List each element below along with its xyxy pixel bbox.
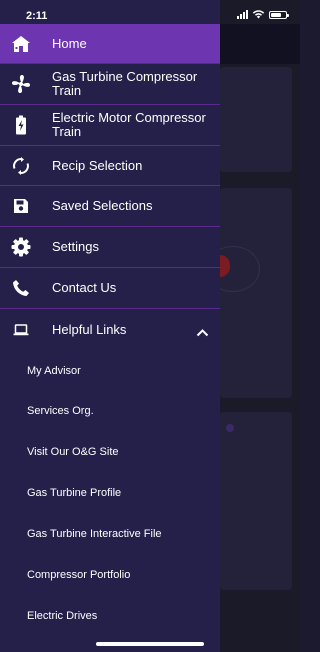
menu-item-label: Helpful Links — [52, 322, 127, 337]
background-card[interactable] — [220, 188, 292, 398]
chevron-up-icon[interactable] — [196, 324, 209, 342]
phone-icon — [11, 278, 31, 298]
menu-item-recip-selection[interactable]: Recip Selection — [0, 146, 220, 186]
menu-item-label: Gas Turbine Compressor Train — [52, 69, 198, 98]
menu-item-electric-motor-compressor-train[interactable]: Electric Motor Compressor Train — [0, 105, 220, 146]
laptop-icon — [11, 320, 31, 340]
menu-item-label: Saved Selections — [52, 198, 153, 213]
home-icon — [11, 34, 31, 54]
menu-item-gas-turbine-compressor-train[interactable]: Gas Turbine Compressor Train — [0, 64, 220, 105]
helpful-link-gas-turbine-profile[interactable]: Gas Turbine Profile — [27, 487, 121, 499]
menu-item-home[interactable]: Home — [0, 24, 220, 64]
battery-status-icon — [269, 11, 289, 19]
menu-item-label: Recip Selection — [52, 157, 143, 173]
menu-item-label: Settings — [52, 239, 99, 254]
menu-item-label: Home — [52, 35, 87, 51]
battery-charging-icon — [11, 115, 31, 135]
navigation-drawer: Home Gas Turbine Compressor Train Electr… — [0, 0, 220, 652]
helpful-link-og-site[interactable]: Visit Our O&G Site — [27, 446, 119, 458]
background-card[interactable] — [220, 67, 292, 172]
save-icon — [11, 196, 31, 216]
menu-item-label: Contact Us — [52, 280, 117, 295]
status-bar: 2:11 — [0, 0, 300, 24]
status-icons — [237, 9, 289, 19]
helpful-link-gas-turbine-interactive-file[interactable]: Gas Turbine Interactive File — [27, 528, 162, 540]
menu-item-saved-selections[interactable]: Saved Selections — [0, 186, 220, 227]
status-time: 2:11 — [26, 10, 48, 22]
menu-item-contact-us[interactable]: Contact Us — [0, 268, 220, 309]
menu-item-settings[interactable]: Settings — [0, 227, 220, 268]
gear-icon — [11, 237, 31, 257]
background-indicator — [226, 424, 234, 432]
sync-icon — [11, 156, 31, 176]
background-header — [220, 24, 300, 64]
home-indicator[interactable] — [96, 642, 204, 646]
background-card[interactable] — [220, 412, 292, 590]
helpful-link-services-org[interactable]: Services Org. — [27, 405, 94, 417]
helpful-link-my-advisor[interactable]: My Advisor — [27, 365, 81, 377]
signal-icon — [237, 10, 248, 19]
menu-item-label: Electric Motor Compressor Train — [52, 110, 206, 139]
fan-icon — [11, 74, 31, 94]
helpful-link-electric-drives[interactable]: Electric Drives — [27, 610, 97, 622]
menu-item-helpful-links[interactable]: Helpful Links — [0, 309, 220, 351]
helpful-link-compressor-portfolio[interactable]: Compressor Portfolio — [27, 569, 130, 581]
wifi-icon — [252, 10, 265, 19]
